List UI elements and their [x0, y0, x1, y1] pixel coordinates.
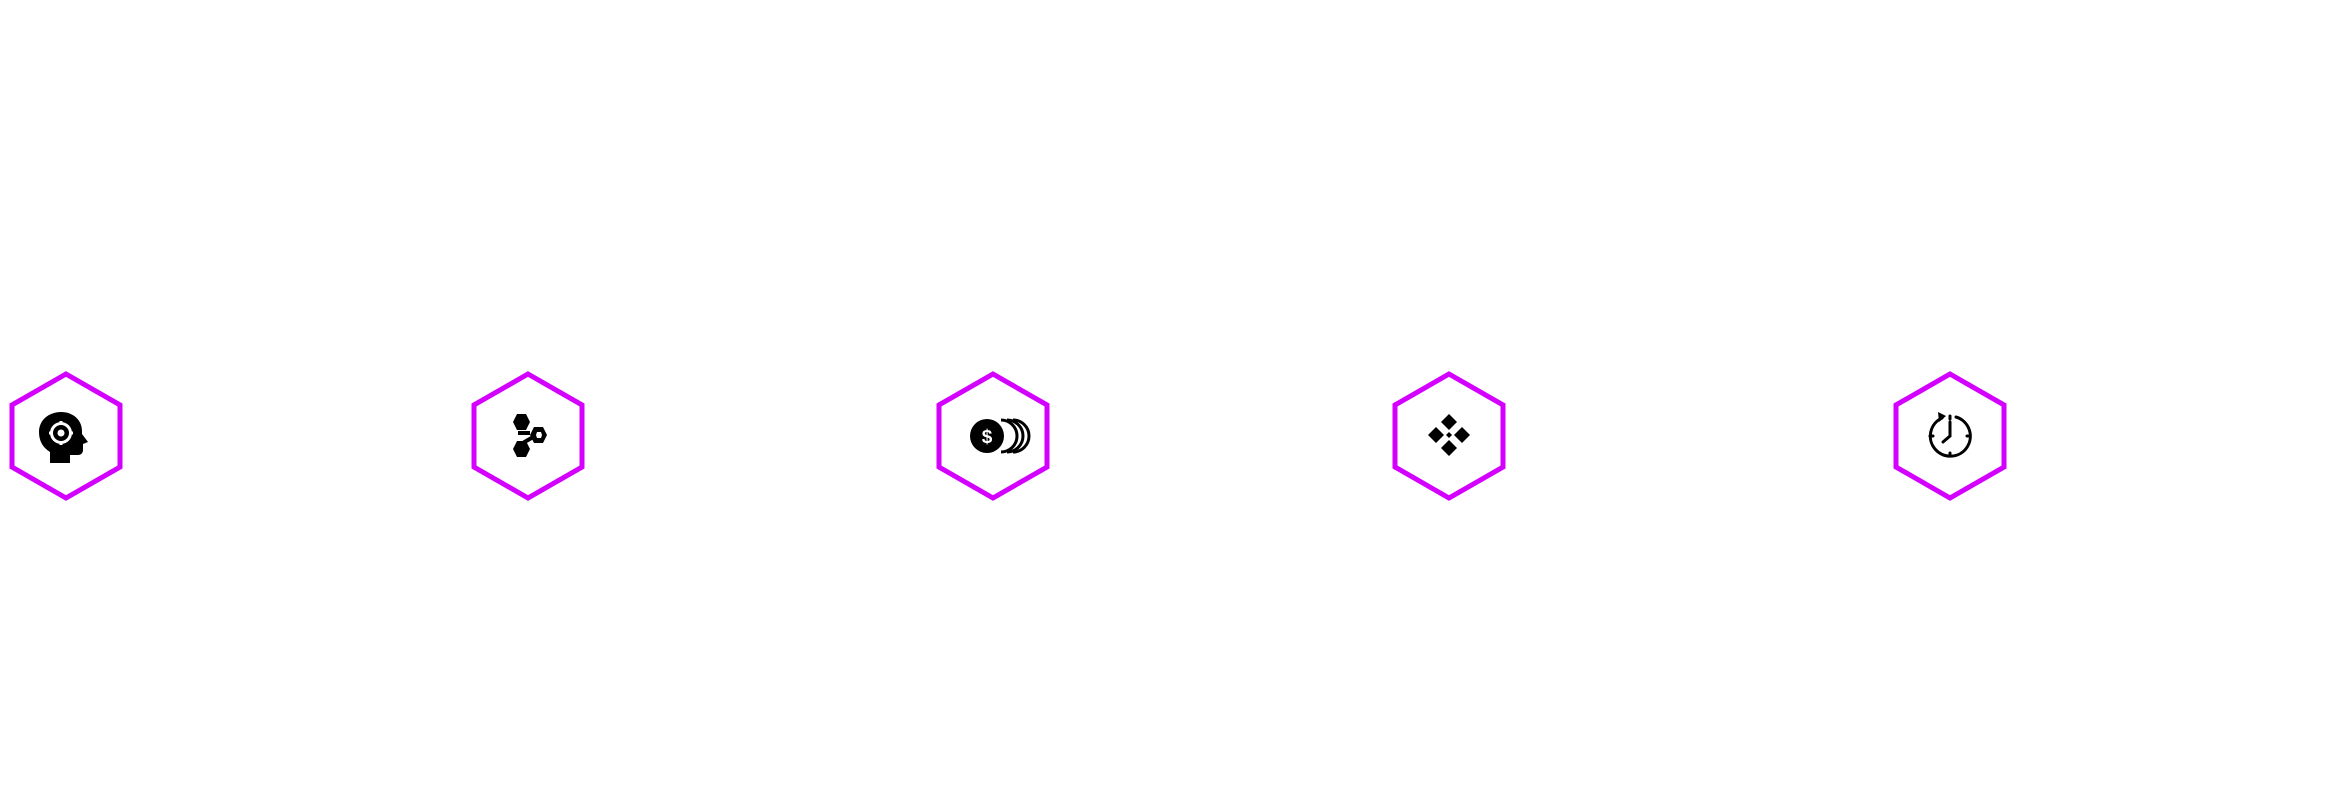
hexagon-badge	[1391, 370, 1507, 502]
head-gear-icon	[9, 371, 123, 501]
hexagon-badge	[8, 370, 124, 502]
stopwatch-icon	[1893, 371, 2007, 501]
dollar-coins-icon: $	[936, 371, 1050, 501]
icon-row: $	[0, 0, 2326, 806]
diamond-grid-icon	[1392, 371, 1506, 501]
hexagon-badge	[1892, 370, 2008, 502]
svg-text:$: $	[982, 427, 993, 448]
hexagon-network-icon	[471, 371, 585, 501]
hexagon-badge	[470, 370, 586, 502]
hexagon-badge: $	[935, 370, 1051, 502]
